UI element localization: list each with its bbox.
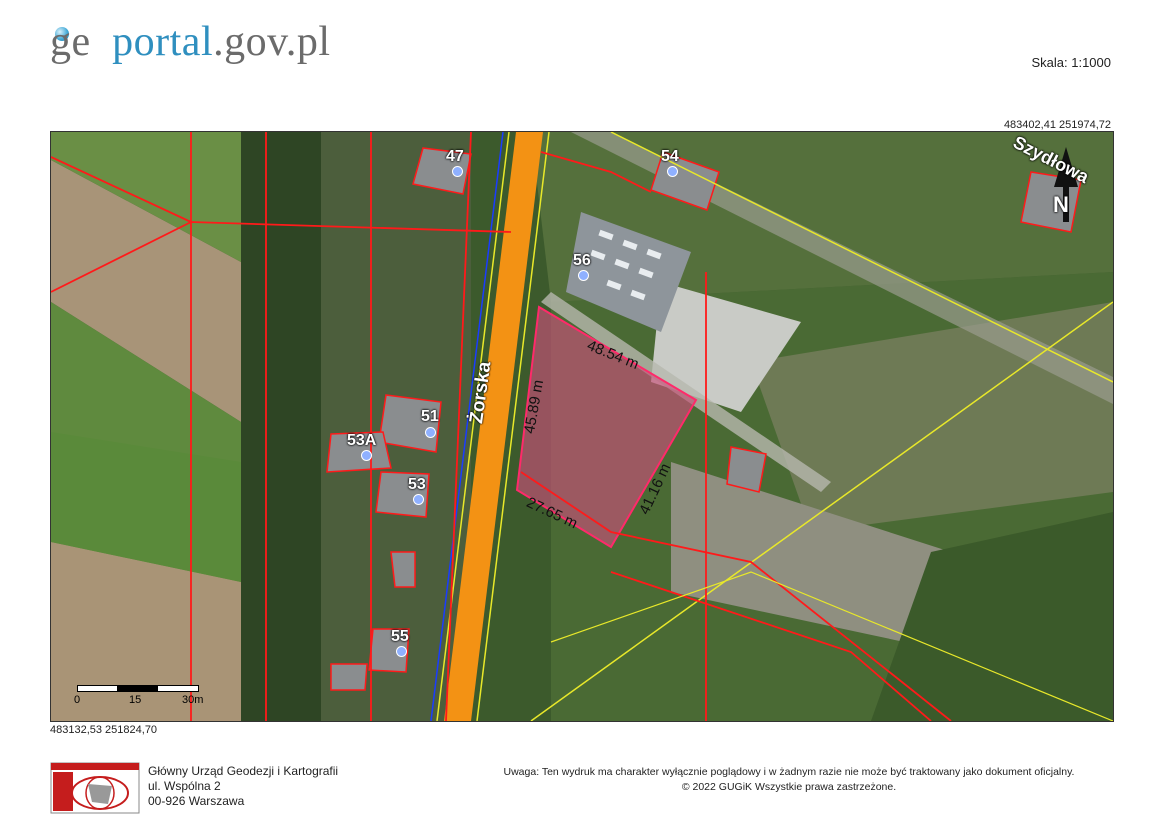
geoportal-logo[interactable]: geoportal.gov.pl xyxy=(50,14,380,74)
scale-bar: 0 15 30m xyxy=(74,685,227,706)
address-point-icon[interactable] xyxy=(361,450,372,461)
building-label: 53 xyxy=(408,476,426,493)
coordinates-bottom-left: 483132,53 251824,70 xyxy=(50,724,158,736)
org-name: Główny Urząd Geodezji i Kartografii xyxy=(148,764,339,778)
building-label: 47 xyxy=(446,148,464,165)
coordinates-top-right: 483402,41 251974,72 xyxy=(1003,119,1111,131)
gugik-logo xyxy=(50,762,140,814)
address-point-icon[interactable] xyxy=(452,166,463,177)
building-label: 51 xyxy=(421,408,439,425)
building-label: 56 xyxy=(573,252,591,269)
gugik-address: Główny Urząd Geodezji i Kartografii ul. … xyxy=(148,764,338,809)
disclaimer: Uwaga: Ten wydruk ma charakter wyłącznie… xyxy=(459,765,1119,795)
address-point-icon[interactable] xyxy=(396,646,407,657)
north-label: N xyxy=(1053,192,1069,217)
building-label: 53A xyxy=(347,432,377,449)
copyright: © 2022 GUGiK Wszystkie prawa zastrzeżone… xyxy=(681,781,897,793)
org-street: ul. Wspólna 2 xyxy=(148,779,221,793)
building-label: 54 xyxy=(661,148,679,165)
building-label: 55 xyxy=(391,628,409,645)
address-point-icon[interactable] xyxy=(667,166,678,177)
gugik-info: Główny Urząd Geodezji i Kartografii ul. … xyxy=(50,762,360,818)
address-point-icon[interactable] xyxy=(413,494,424,505)
logo-text: geoportal.gov.pl xyxy=(50,19,331,65)
map-view[interactable]: Żorska Szydłowa N 47 54 56 51 53A 53 55 … xyxy=(50,131,1114,722)
scale-label: Skala: 1:1000 xyxy=(1031,55,1111,70)
address-point-icon[interactable] xyxy=(425,427,436,438)
address-point-icon[interactable] xyxy=(578,270,589,281)
org-city: 00-926 Warszawa xyxy=(148,794,245,808)
disclaimer-notice: Uwaga: Ten wydruk ma charakter wyłącznie… xyxy=(503,766,1075,778)
